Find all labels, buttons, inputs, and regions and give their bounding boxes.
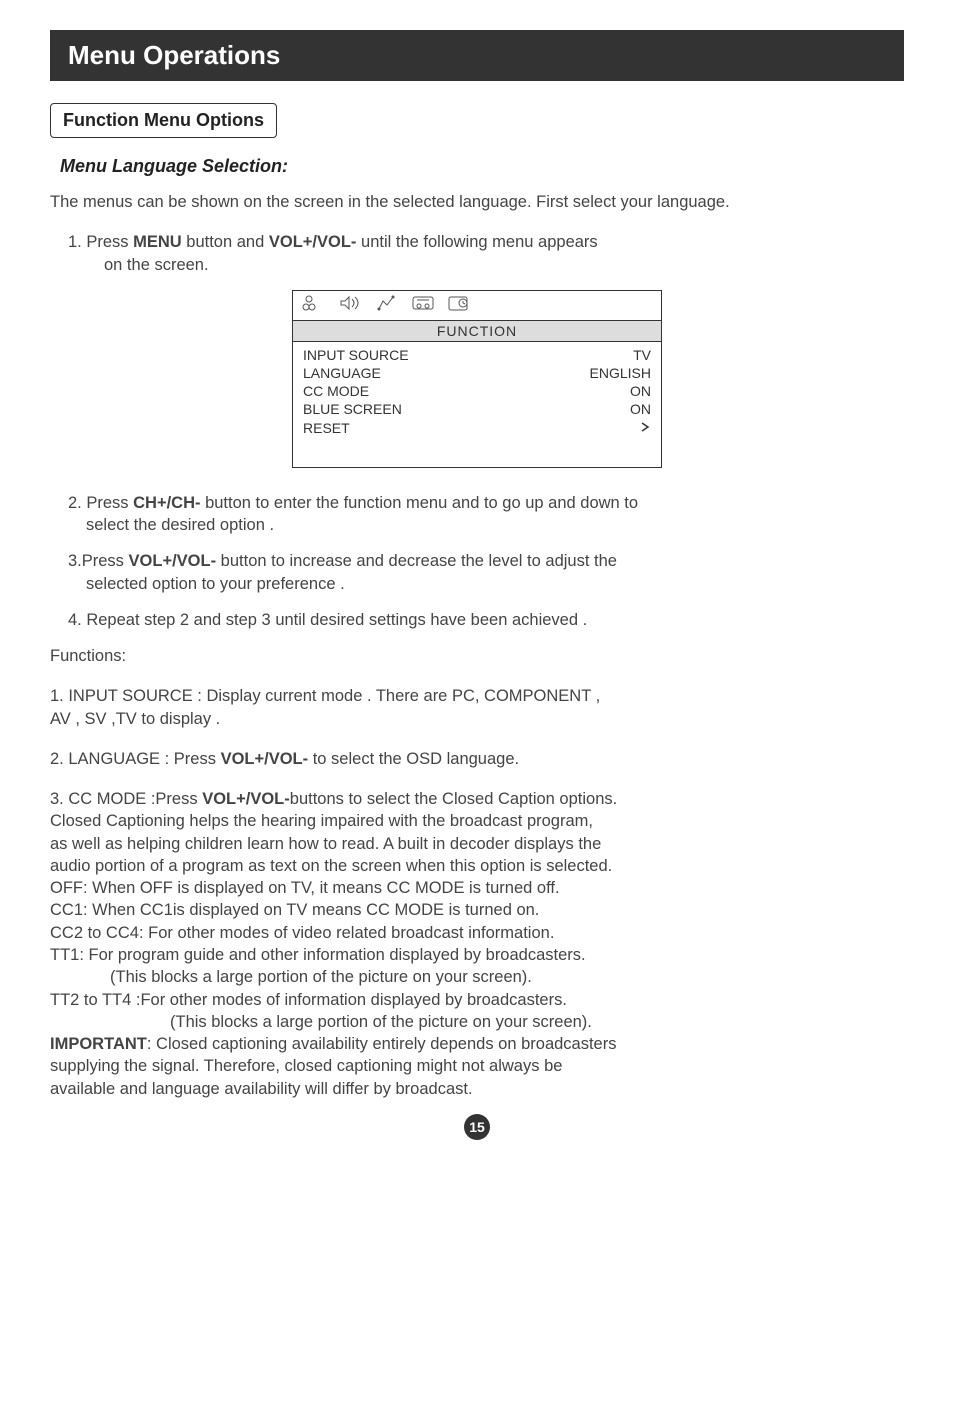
important-line2: supplying the signal. Therefore, closed … [50,1057,562,1075]
function-2: 2. LANGUAGE : Press VOL+/VOL- to select … [50,748,904,770]
menu-value: ENGLISH [590,364,651,382]
func3-body2: as well as helping children learn how to… [50,835,601,853]
intro-text: The menus can be shown on the screen in … [50,191,904,213]
step2-line2: select the desired option . [86,516,274,534]
subheading: Menu Language Selection: [60,156,904,177]
func2-bold: VOL+/VOL- [221,750,309,768]
func3-body1: Closed Captioning helps the hearing impa… [50,812,593,830]
func1-line1: 1. INPUT SOURCE : Display current mode .… [50,687,600,705]
step2-suffix: button to enter the function menu and to… [201,494,639,512]
menu-label: INPUT SOURCE [303,346,409,364]
menu-label: BLUE SCREEN [303,400,402,418]
func3-tt2: TT2 to TT4 :For other modes of informati… [50,991,567,1009]
step-3: 3.Press VOL+/VOL- button to increase and… [68,550,904,595]
page-title: Menu Operations [50,30,904,81]
func3-prefix: 3. CC MODE :Press [50,790,202,808]
func2-suffix: to select the OSD language. [308,750,519,768]
osd-menu-header: FUNCTION [293,321,661,342]
menu-row-input-source: INPUT SOURCE TV [303,346,651,364]
func3-tt1-note: (This blocks a large portion of the pict… [110,968,532,986]
func3-cc2: CC2 to CC4: For other modes of video rel… [50,924,554,942]
menu-value: ON [630,400,651,418]
step3-line2: selected option to your preference . [86,575,345,593]
step1-line2: on the screen. [104,256,209,274]
func3-tt2-note: (This blocks a large portion of the pict… [170,1013,592,1031]
function-3: 3. CC MODE :Press VOL+/VOL-buttons to se… [50,788,904,1100]
func3-body3: audio portion of a program as text on th… [50,857,612,875]
func3-bold: VOL+/VOL- [202,790,290,808]
step-1: 1. Press MENU button and VOL+/VOL- until… [68,231,904,276]
function-1: 1. INPUT SOURCE : Display current mode .… [50,685,904,730]
step1-mid: button and [182,233,269,251]
func2-prefix: 2. LANGUAGE : Press [50,750,221,768]
page-number: 15 [464,1114,490,1140]
menu-row-language: LANGUAGE ENGLISH [303,364,651,382]
step3-prefix: 3.Press [68,552,129,570]
osd-icon-row [293,291,661,321]
func3-off: OFF: When OFF is displayed on TV, it mea… [50,879,560,897]
menu-value: TV [633,346,651,364]
func3-cc1: CC1: When CC1is displayed on TV means CC… [50,901,539,919]
important-bold: IMPORTANT [50,1035,147,1053]
parental-icon [445,293,473,318]
func3-tt1: TT1: For program guide and other informa… [50,946,586,964]
step1-suffix: until the following menu appears [356,233,597,251]
step1-prefix: 1. Press [68,233,133,251]
step-4: 4. Repeat step 2 and step 3 until desire… [68,609,904,631]
important-line3: available and language availability will… [50,1080,473,1098]
sound-icon [337,293,365,318]
menu-label: RESET [303,419,350,437]
menu-row-cc-mode: CC MODE ON [303,382,651,400]
arrow-icon [639,419,651,437]
functions-label: Functions: [50,645,904,667]
step1-vol-bold: VOL+/VOL- [269,233,357,251]
menu-value: ON [630,382,651,400]
step-2: 2. Press CH+/CH- button to enter the fun… [68,492,904,537]
func1-line2: AV , SV ,TV to display . [50,710,220,728]
step3-bold: VOL+/VOL- [129,552,217,570]
step2-prefix: 2. Press [68,494,133,512]
menu-row-reset: RESET [303,419,651,437]
picture-icon [301,293,329,318]
important-suffix: : Closed captioning availability entirel… [147,1035,617,1053]
menu-label: CC MODE [303,382,369,400]
step1-menu-bold: MENU [133,233,182,251]
menu-row-blue-screen: BLUE SCREEN ON [303,400,651,418]
section-heading: Function Menu Options [50,103,277,138]
step2-bold: CH+/CH- [133,494,200,512]
setup-icon [373,293,401,318]
function-icon [409,293,437,318]
menu-label: LANGUAGE [303,364,381,382]
osd-menu-figure: FUNCTION INPUT SOURCE TV LANGUAGE ENGLIS… [292,290,662,468]
osd-menu-body: INPUT SOURCE TV LANGUAGE ENGLISH CC MODE… [293,342,661,467]
step3-suffix: button to increase and decrease the leve… [216,552,617,570]
func3-suffix: buttons to select the Closed Caption opt… [290,790,617,808]
